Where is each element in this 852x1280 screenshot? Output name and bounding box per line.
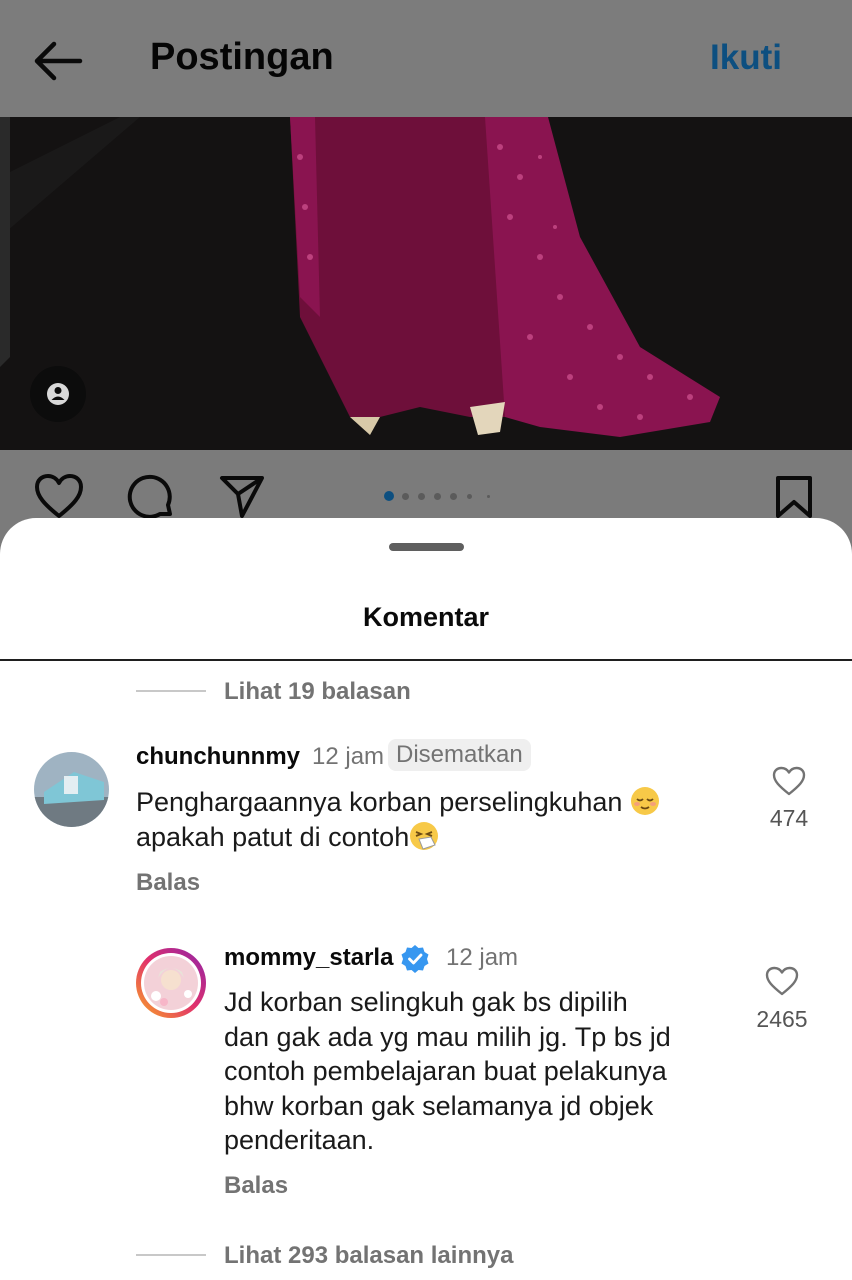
person-tag-icon — [47, 383, 69, 405]
comment-text: Jd korban selingkuh gak bs dipilih dan g… — [224, 985, 744, 1158]
page-title: Postingan — [150, 36, 334, 78]
share-icon[interactable] — [218, 474, 266, 520]
replies-line — [136, 1254, 206, 1256]
post-image[interactable] — [0, 117, 852, 450]
sheet-title: Komentar — [362, 602, 490, 632]
carousel-dot — [384, 491, 394, 501]
comment-text: Penghargaannya korban perselingkuhan apa… — [136, 785, 736, 854]
bookmark-icon[interactable] — [774, 474, 814, 520]
avatar[interactable] — [136, 948, 206, 1018]
pinned-badge: Disematkan — [388, 739, 531, 771]
sneezing-face-emoji — [410, 821, 439, 850]
comment-icon[interactable] — [126, 474, 176, 524]
tag-people-button[interactable] — [30, 366, 86, 422]
back-button[interactable] — [30, 36, 86, 86]
comment-text-line: bhw korban gak selamanya jd objek — [224, 1090, 654, 1121]
reply-button[interactable]: Balas — [224, 1172, 288, 1200]
post-photo — [0, 117, 852, 450]
comment-text-line: dan gak ada yg mau milih jg. Tp bs jd — [224, 1021, 671, 1052]
verified-badge-icon — [401, 945, 429, 973]
relieved-face-emoji — [630, 787, 659, 815]
comment-username[interactable]: mommy_starla — [224, 944, 393, 972]
carousel-dot — [467, 494, 472, 499]
like-count: 2465 — [756, 1006, 808, 1032]
reply-button[interactable]: Balas — [136, 869, 200, 897]
carousel-dot — [450, 493, 457, 500]
carousel-dot — [434, 493, 441, 500]
heart-icon[interactable] — [765, 966, 799, 996]
follow-button[interactable]: Ikuti — [710, 38, 782, 78]
like-count: 474 — [769, 805, 809, 831]
heart-icon[interactable] — [34, 474, 84, 520]
comment-time: 12 jam — [446, 944, 519, 971]
comment-text-line: apakah patut di contoh — [136, 821, 410, 852]
comment-username[interactable]: chunchunnmy — [136, 743, 300, 771]
comments-sheet: Komentar Lihat 19 balasan chunchunnmy 12… — [0, 518, 852, 1280]
heart-icon[interactable] — [772, 766, 806, 796]
carousel-dot — [418, 493, 425, 500]
view-replies-link[interactable]: Lihat 19 balasan — [224, 678, 411, 706]
divider — [0, 659, 852, 661]
comment-text-line: Penghargaannya korban perselingkuhan — [136, 787, 623, 817]
sheet-drag-handle[interactable] — [389, 543, 464, 551]
arrow-left-icon — [34, 41, 83, 81]
carousel-dot — [487, 495, 490, 498]
app-bar: Postingan Ikuti — [0, 0, 852, 117]
comment-text-line: contoh pembelajaran buat pelakunya — [224, 1056, 667, 1086]
avatar[interactable] — [34, 752, 109, 827]
avatar-image — [141, 953, 201, 1013]
avatar-image — [34, 752, 109, 827]
comment-text-line: Jd korban selingkuh gak bs dipilih — [224, 987, 628, 1017]
comment-text-line: penderitaan. — [224, 1125, 375, 1155]
view-more-replies-link[interactable]: Lihat 293 balasan lainnya — [224, 1242, 513, 1270]
carousel-dot — [402, 493, 409, 500]
comment-time: 12 jam — [312, 743, 385, 770]
replies-line — [136, 690, 206, 692]
